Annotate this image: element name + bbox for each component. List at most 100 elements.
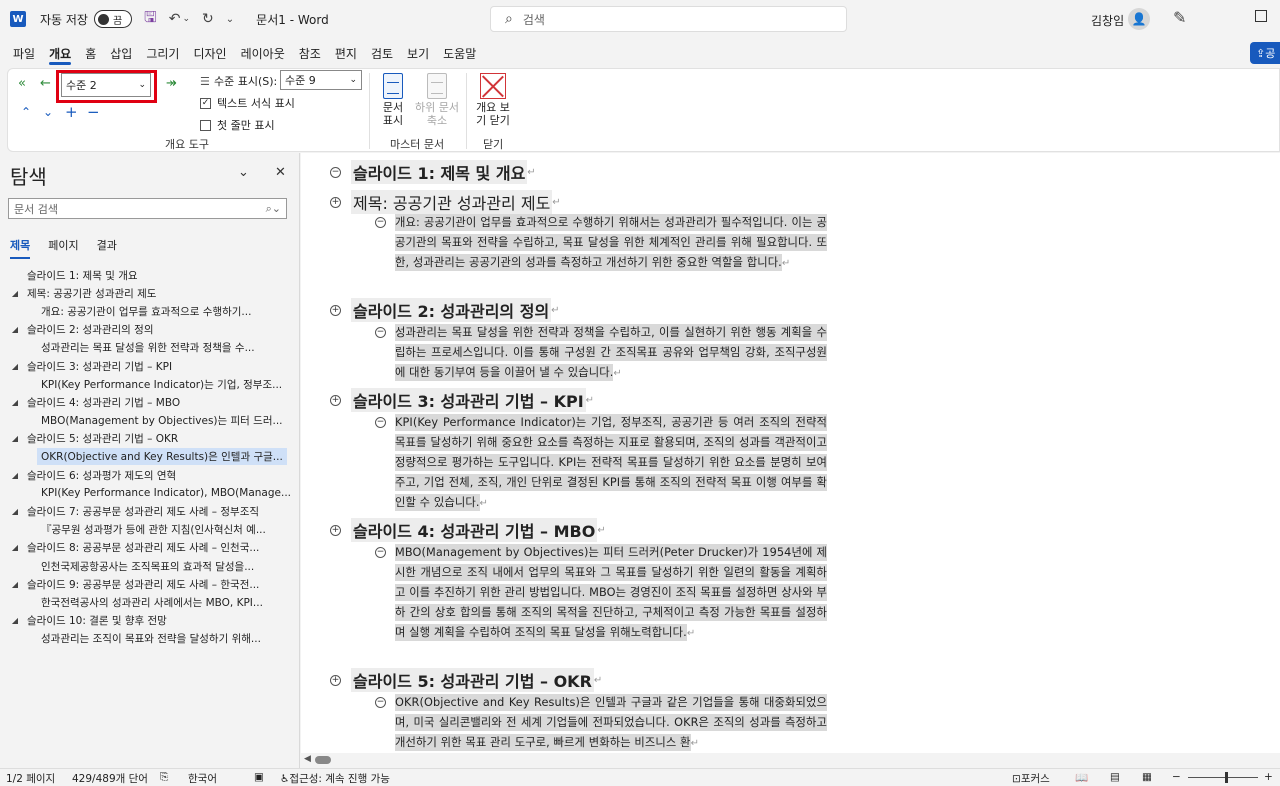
tab-design[interactable]: 디자인 [186, 38, 233, 68]
outline-heading[interactable]: + 슬라이드 3: 성과관리 기법 – KPI ↵ [330, 388, 594, 412]
chevron-down-icon[interactable]: ⌄ [238, 165, 249, 180]
zoom-slider-thumb[interactable] [1225, 772, 1228, 783]
share-button[interactable]: ⇪ 공 [1250, 42, 1280, 64]
close-outline-view-button[interactable]: 개요 보기 닫기 [473, 73, 513, 127]
page-count[interactable]: 1/2 페이지 [6, 771, 55, 786]
demote-to-body-icon[interactable]: » [169, 76, 177, 91]
nav-subheading-item[interactable]: 성과관리는 조직이 목표와 전략을 달성하기 위해... [0, 630, 300, 648]
expand-triangle-icon[interactable]: ◢ [8, 543, 22, 552]
body-paragraph[interactable]: 개요: 공공기관이 업무를 효과적으로 수행하기 위해서는 성과관리가 필수적입… [395, 213, 827, 274]
move-down-icon[interactable]: ⌄ [43, 105, 53, 119]
tab-references[interactable]: 참조 [292, 38, 328, 68]
close-icon[interactable]: ✕ [275, 165, 286, 180]
zoom-out-icon[interactable]: − [1172, 771, 1181, 783]
outline-heading[interactable]: + 슬라이드 5: 성과관리 기법 – OKR ↵ [330, 668, 602, 692]
nav-subheading-item[interactable]: 성과관리는 목표 달성을 위한 전략과 정책을 수... [0, 339, 300, 357]
body-collapse-icon[interactable]: − [375, 327, 386, 338]
nav-subheading-item[interactable]: 인천국제공항공사는 조직목표의 효과적 달성을... [0, 557, 300, 575]
nav-heading-item[interactable]: ◢ 슬라이드 3: 성과관리 기법 – KPI [0, 357, 300, 375]
collapse-minus-icon[interactable]: − [330, 166, 341, 178]
collapse-icon[interactable]: − [87, 103, 100, 121]
expand-triangle-icon[interactable]: ◢ [8, 471, 22, 480]
expand-triangle-icon[interactable]: ◢ [8, 507, 22, 516]
show-document-button[interactable]: 문서 표시 [380, 73, 406, 127]
window-restore-icon[interactable] [1255, 10, 1267, 22]
expand-plus-icon[interactable]: + [330, 196, 341, 208]
expand-triangle-icon[interactable]: ◢ [8, 289, 22, 298]
nav-subheading-item[interactable]: 한국전력공사의 성과관리 사례에서는 MBO, KPI... [0, 593, 300, 611]
tab-file[interactable]: 파일 [6, 38, 42, 68]
tab-pages[interactable]: 페이지 [48, 237, 78, 257]
expand-triangle-icon[interactable]: ◢ [8, 580, 22, 589]
nav-subheading-item[interactable]: KPI(Key Performance Indicator), MBO(Mana… [0, 484, 300, 502]
body-collapse-icon[interactable]: − [375, 217, 386, 228]
nav-subheading-item[interactable]: KPI(Key Performance Indicator)는 기업, 정부조.… [0, 375, 300, 393]
expand-triangle-icon[interactable]: ◢ [8, 325, 22, 334]
print-layout-icon[interactable]: ▤ [1110, 771, 1120, 783]
tab-outline[interactable]: 개요 [42, 38, 78, 68]
word-count[interactable]: 429/489개 단어 [72, 771, 148, 786]
user-name[interactable]: 김창임 [1091, 12, 1124, 29]
body-collapse-icon[interactable]: − [375, 697, 386, 708]
outline-heading[interactable]: + 제목: 공공기관 성과관리 제도 ↵ [330, 190, 561, 214]
nav-heading-item[interactable]: ◢ 슬라이드 8: 공공부문 성과관리 제도 사례 – 인천국... [0, 539, 300, 557]
scrollbar-thumb[interactable] [315, 756, 331, 764]
customize-toolbar-icon[interactable]: ⌄ [226, 14, 234, 25]
body-paragraph[interactable]: 성과관리는 목표 달성을 위한 전략과 정책을 수립하고, 이를 실현하기 위한… [395, 323, 827, 384]
body-paragraph[interactable]: OKR(Objective and Key Results)은 인텔과 구글과 … [395, 693, 827, 753]
tab-review[interactable]: 검토 [364, 38, 400, 68]
show-first-line-only-checkbox[interactable]: 첫 줄만 표시 [200, 117, 275, 133]
nav-subheading-item[interactable]: 개요: 공공기관이 업무를 효과적으로 수행하기... [0, 302, 300, 320]
accessibility-status[interactable]: ♿접근성: 계속 진행 가능 [280, 771, 390, 786]
expand-plus-icon[interactable]: + [330, 394, 341, 406]
search-input[interactable]: ⌕ 검색 [490, 6, 847, 32]
tab-insert[interactable]: 삽입 [103, 38, 139, 68]
tab-results[interactable]: 결과 [97, 237, 117, 257]
nav-subheading-item[interactable]: OKR(Objective and Key Results)은 인텔과 구글..… [0, 448, 300, 466]
nav-heading-item[interactable]: ◢ 제목: 공공기관 성과관리 제도 [0, 284, 300, 302]
show-text-formatting-checkbox[interactable]: ✓ 텍스트 서식 표시 [200, 95, 295, 111]
show-level-select[interactable]: 수준 9 ⌄ [280, 70, 362, 90]
expand-triangle-icon[interactable]: ◢ [8, 398, 22, 407]
body-paragraph[interactable]: KPI(Key Performance Indicator)는 기업, 정부조직… [395, 413, 827, 514]
promote-to-heading1-icon[interactable]: « [18, 76, 26, 91]
nav-heading-item[interactable]: ◢ 슬라이드 2: 성과관리의 정의 [0, 321, 300, 339]
expand-plus-icon[interactable]: + [330, 674, 341, 686]
focus-mode[interactable]: ⊡포커스 [1012, 771, 1050, 786]
expand-triangle-icon[interactable]: ◢ [8, 434, 22, 443]
redo-icon[interactable]: ↻ [202, 11, 214, 27]
tab-layout[interactable]: 레이아웃 [234, 38, 292, 68]
navigation-search-input[interactable]: 문서 검색 ⌕⌄ [8, 198, 287, 219]
outline-heading[interactable]: + 슬라이드 4: 성과관리 기법 – MBO ↵ [330, 518, 606, 542]
save-icon[interactable]: 🖫 [144, 7, 157, 32]
proofing-icon[interactable]: ⎘ [160, 771, 168, 784]
nav-heading-item[interactable]: ◢ 슬라이드 6: 성과평가 제도의 연혁 [0, 466, 300, 484]
horizontal-scrollbar[interactable]: ◀ [301, 753, 1280, 767]
expand-triangle-icon[interactable]: ◢ [8, 362, 22, 371]
document-canvas[interactable]: − 슬라이드 1: 제목 및 개요 ↵ + 제목: 공공기관 성과관리 제도 ↵ − 개요: … [301, 153, 1280, 753]
tab-home[interactable]: 홈 [78, 38, 103, 68]
undo-icon[interactable]: ↶ [169, 11, 181, 27]
nav-heading-item[interactable]: ◢ 슬라이드 10: 결론 및 향후 전망 [0, 612, 300, 630]
nav-heading-item[interactable]: 슬라이드 1: 제목 및 개요 [0, 266, 300, 284]
read-mode-icon[interactable]: 📖 [1075, 771, 1088, 784]
tab-mailings[interactable]: 편지 [328, 38, 364, 68]
scroll-left-icon[interactable]: ◀ [304, 754, 311, 764]
search-icon[interactable]: ⌕⌄ [266, 202, 281, 216]
outline-heading[interactable]: − 슬라이드 1: 제목 및 개요 ↵ [330, 160, 536, 184]
body-collapse-icon[interactable]: − [375, 417, 386, 428]
nav-heading-item[interactable]: ◢ 슬라이드 9: 공공부문 성과관리 제도 사례 – 한국전... [0, 575, 300, 593]
nav-heading-item[interactable]: ◢ 슬라이드 4: 성과관리 기법 – MBO [0, 393, 300, 411]
expand-plus-icon[interactable]: + [330, 304, 341, 316]
nav-subheading-item[interactable]: MBO(Management by Objectives)는 피터 드러... [0, 412, 300, 430]
outline-heading[interactable]: + 슬라이드 2: 성과관리의 정의 ↵ [330, 298, 560, 322]
macro-icon[interactable]: ▣ [254, 771, 264, 783]
nav-heading-item[interactable]: ◢ 슬라이드 7: 공공부문 성과관리 제도 사례 – 정부조직 [0, 502, 300, 520]
tab-view[interactable]: 보기 [400, 38, 436, 68]
promote-icon[interactable]: ← [40, 76, 51, 91]
expand-icon[interactable]: + [65, 103, 78, 121]
autosave-toggle[interactable]: 끔 [93, 10, 132, 28]
pen-icon[interactable]: ✎ [1173, 8, 1186, 27]
zoom-in-icon[interactable]: + [1264, 771, 1273, 783]
move-up-icon[interactable]: ⌃ [21, 105, 31, 119]
